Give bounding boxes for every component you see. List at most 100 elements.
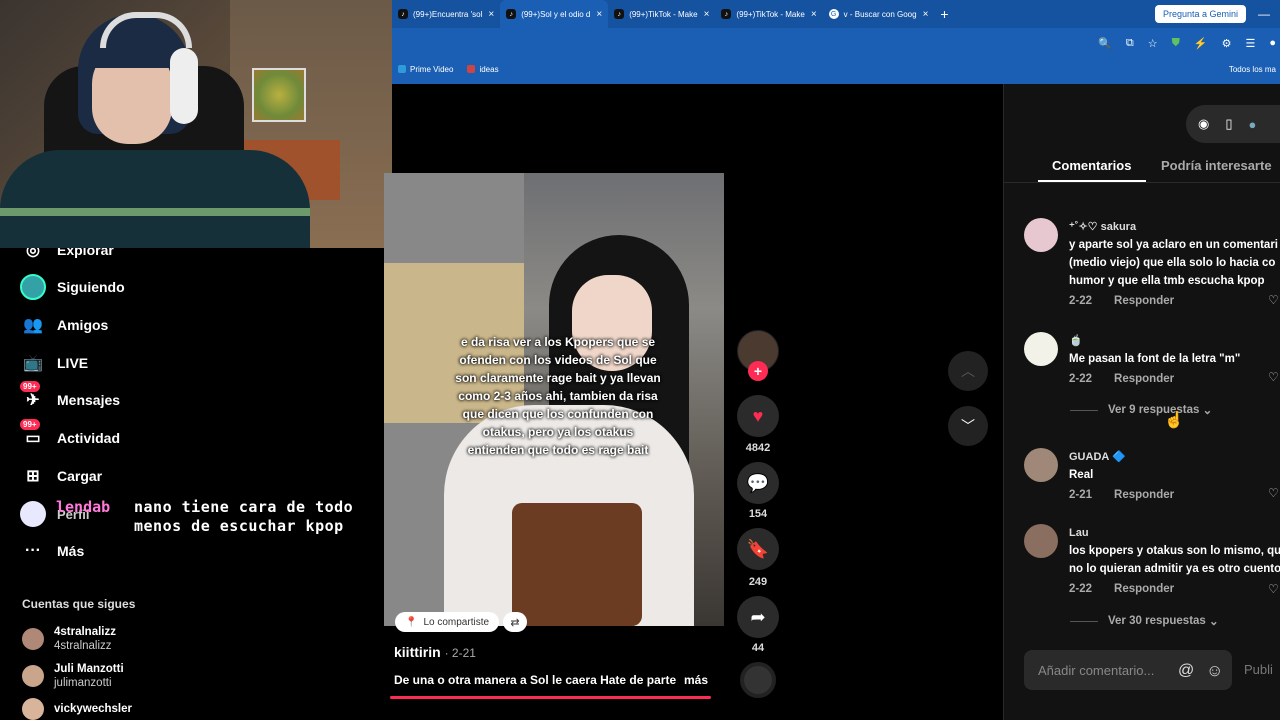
avatar[interactable] (1024, 448, 1058, 482)
following-account[interactable]: vickywechsler (22, 698, 132, 720)
comment-item: ⁺˚✧♡ sakura y aparte sol ya aclaro en un… (1024, 218, 1280, 310)
comment-input[interactable]: Añadir comentario... (1024, 650, 1232, 690)
sidebar-item-label: Más (57, 543, 85, 559)
sidebar-item-messages[interactable]: ✈ 99+ Mensajes (20, 381, 120, 413)
plus-square-icon: ⊞ (26, 468, 40, 485)
reply-button[interactable]: Responder (1114, 295, 1174, 307)
view-replies-button[interactable]: Ver 9 respuestas ⌄ (1070, 403, 1212, 417)
comment-date: 2-22 (1069, 373, 1093, 385)
video-author[interactable]: kiittirin · 2-21 (394, 644, 476, 660)
reply-button[interactable]: Responder (1114, 373, 1174, 385)
translate-icon[interactable]: ⚡ (1194, 37, 1208, 50)
google-icon: G (828, 9, 839, 19)
tab-2[interactable]: ♪ (99+)Sol y el odio d × (500, 0, 609, 28)
sidebar-item-activity[interactable]: ▭ 99+ Actividad (20, 419, 120, 451)
heart-outline-icon[interactable]: ♡ (1268, 293, 1279, 307)
comment-count: 154 (748, 508, 768, 520)
reply-button[interactable]: Responder (1114, 489, 1174, 501)
comment-username[interactable]: Lau (1069, 524, 1280, 542)
close-icon[interactable]: × (923, 9, 929, 20)
extensions-icon[interactable]: ⚙ (1222, 37, 1232, 50)
comment-date: 2-21 (1069, 489, 1093, 501)
close-icon[interactable]: × (704, 9, 710, 20)
tab-label: v - Buscar con Goog (843, 9, 917, 19)
tab-recommendations[interactable]: Podría interesarte (1161, 158, 1272, 173)
comment-date: 2-22 (1069, 295, 1093, 307)
minimize-button[interactable]: — (1258, 7, 1270, 21)
emoji-icon[interactable]: ☺ (1206, 661, 1223, 681)
divider (1004, 182, 1280, 183)
avatar[interactable] (1024, 218, 1058, 252)
save-count: 249 (748, 576, 768, 588)
sidebar-item-upload[interactable]: ⊞ Cargar (20, 463, 102, 489)
tab-1[interactable]: ♪ (99+)Encuentra 'sol × (392, 0, 500, 28)
bookmark-prime-video[interactable]: Prime Video (398, 65, 453, 74)
phone-icon[interactable]: ▯ (1225, 116, 1232, 132)
profile-avatar-icon (20, 501, 46, 527)
heart-outline-icon[interactable]: ♡ (1268, 370, 1279, 384)
repost-icon[interactable]: ⇄ (503, 612, 527, 632)
shared-badge[interactable]: 📍 Lo compartiste (395, 612, 500, 632)
mention-icon[interactable]: @ (1178, 662, 1194, 680)
previous-video-button[interactable]: ︿ (948, 351, 988, 391)
close-icon[interactable]: × (811, 9, 817, 20)
comment-item: GUADA 🔷 Real 2-21 Responder (1024, 448, 1280, 504)
shared-label: Lo compartiste (423, 616, 490, 628)
prime-icon (398, 65, 406, 73)
avatar[interactable] (1024, 524, 1058, 558)
tiktok-icon: ♪ (614, 9, 625, 19)
tab-3[interactable]: ♪ (99+)TikTok - Make × (608, 0, 715, 28)
next-video-button[interactable]: ﹀ (948, 406, 988, 446)
comment-text: (medio viejo) que ella solo lo hacia co (1069, 257, 1276, 269)
zoom-icon[interactable]: 🔍 (1098, 37, 1112, 50)
profile-icon[interactable]: ● (1269, 37, 1276, 49)
author-name: kiittirin (394, 644, 441, 660)
comment-username[interactable]: ⁺˚✧♡ sakura (1069, 218, 1278, 236)
comment-text: los kpopers y otakus son lo mismo, qu (1069, 545, 1280, 557)
sound-disc-icon[interactable] (740, 662, 776, 698)
menu-icon[interactable]: ☰ (1245, 37, 1255, 50)
comment-username[interactable]: GUADA 🔷 (1069, 448, 1174, 466)
close-icon[interactable]: × (488, 9, 494, 20)
compass-icon[interactable]: ◉ (1198, 116, 1209, 132)
heart-outline-icon[interactable]: ♡ (1268, 582, 1279, 596)
close-icon[interactable]: × (596, 9, 602, 20)
sidebar-item-following[interactable]: Siguiendo (20, 274, 125, 300)
profile-icon[interactable]: ● (1249, 117, 1257, 132)
following-account[interactable]: Juli Manzotti julimanzotti (22, 662, 124, 690)
following-account[interactable]: 4stralnalizz 4stralnalizz (22, 625, 116, 653)
ellipsis-icon: ··· (25, 542, 41, 559)
overlay-username: lendab (56, 498, 111, 516)
cast-icon[interactable]: ⧉ (1126, 37, 1134, 50)
share-button[interactable]: ➦ (737, 596, 779, 638)
sidebar-item-more[interactable]: ··· Más (20, 538, 84, 564)
comment-username[interactable]: 🍵 (1069, 332, 1240, 350)
comment-item: Lau los kpopers y otakus son lo mismo, q… (1024, 524, 1280, 598)
view-replies-button[interactable]: Ver 30 respuestas ⌄ (1070, 614, 1219, 628)
follow-button[interactable]: + (748, 361, 768, 381)
hand-cursor-icon: ☝ (1164, 412, 1184, 429)
new-tab-button[interactable]: + (940, 6, 948, 22)
bookmark-ideas[interactable]: ideas (467, 65, 499, 74)
like-button[interactable]: ♥ (737, 395, 779, 437)
video-progress-bar[interactable] (390, 696, 712, 699)
bookmarks-bar: Prime Video ideas Todos los ma (392, 60, 1280, 78)
tab-5[interactable]: Gv - Buscar con Goog × (823, 0, 935, 28)
comment-button[interactable]: 💬 (737, 462, 779, 504)
gemini-button[interactable]: Pregunta a Gemini (1154, 5, 1246, 23)
sidebar-item-label: Siguiendo (57, 279, 125, 295)
sidebar-item-friends[interactable]: 👥 Amigos (20, 312, 108, 338)
reply-button[interactable]: Responder (1114, 583, 1174, 595)
avatar[interactable] (1024, 332, 1058, 366)
more-link[interactable]: más (684, 673, 708, 687)
star-icon[interactable]: ☆ (1148, 37, 1158, 50)
save-button[interactable]: 🔖 (737, 528, 779, 570)
tab-4[interactable]: ♪ (99+)TikTok - Make × (715, 0, 822, 28)
heart-outline-icon[interactable]: ♡ (1268, 486, 1279, 500)
post-button[interactable]: Publi (1244, 662, 1273, 677)
tab-label: (99+)TikTok - Make (736, 9, 805, 19)
sidebar-item-live[interactable]: 📺 LIVE (20, 350, 88, 376)
tab-comments[interactable]: Comentarios (1052, 158, 1131, 173)
shield-icon[interactable]: ⛊ (1172, 37, 1180, 50)
all-bookmarks[interactable]: Todos los ma (1229, 65, 1276, 74)
